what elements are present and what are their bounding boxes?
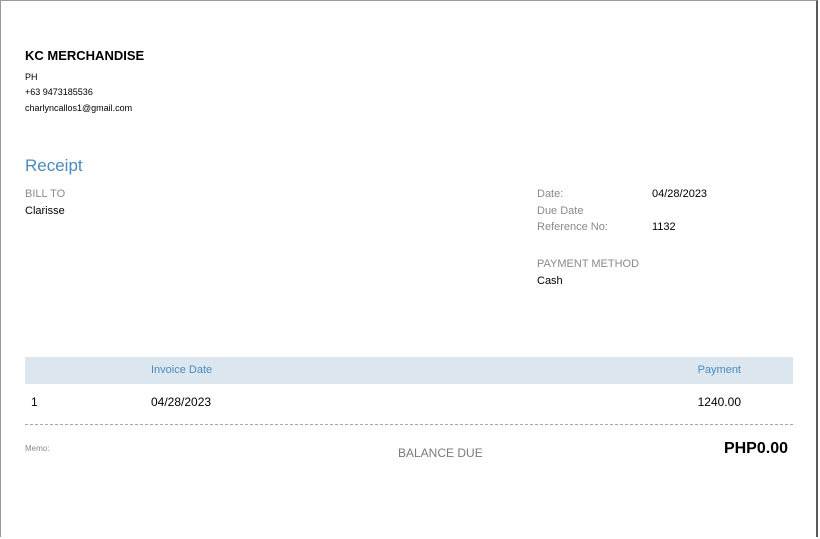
balance-due-label: BALANCE DUE	[398, 446, 483, 460]
row-number: 1	[31, 395, 38, 409]
bill-to-label: BILL TO	[25, 188, 66, 200]
company-email: charlyncallos1@gmail.com	[25, 103, 133, 113]
company-name: KC MERCHANDISE	[25, 48, 145, 63]
balance-due-value: PHP0.00	[723, 440, 788, 457]
date-label: Date:	[537, 188, 564, 200]
due-date-label: Due Date	[537, 205, 584, 217]
row-payment: 1240.00	[697, 395, 741, 409]
header-payment: Payment	[697, 364, 741, 376]
header-invoice-date: Invoice Date	[151, 364, 213, 376]
company-country: PH	[25, 72, 38, 82]
payment-method-value: Cash	[537, 275, 563, 287]
bill-to-name: Clarisse	[25, 205, 65, 217]
memo-label: Memo:	[25, 444, 50, 453]
date-value: 04/28/2023	[652, 188, 708, 200]
table-row: 1 04/28/2023 1240.00	[25, 384, 793, 424]
row-invoice-date: 04/28/2023	[151, 395, 212, 409]
reference-value: 1132	[652, 221, 676, 233]
divider	[25, 424, 793, 425]
reference-label: Reference No:	[537, 221, 608, 233]
company-phone: +63 9473185536	[25, 87, 93, 97]
payment-method-label: PAYMENT METHOD	[537, 258, 640, 270]
table-header: Invoice Date Payment	[25, 357, 793, 384]
document-title: Receipt	[25, 156, 83, 175]
